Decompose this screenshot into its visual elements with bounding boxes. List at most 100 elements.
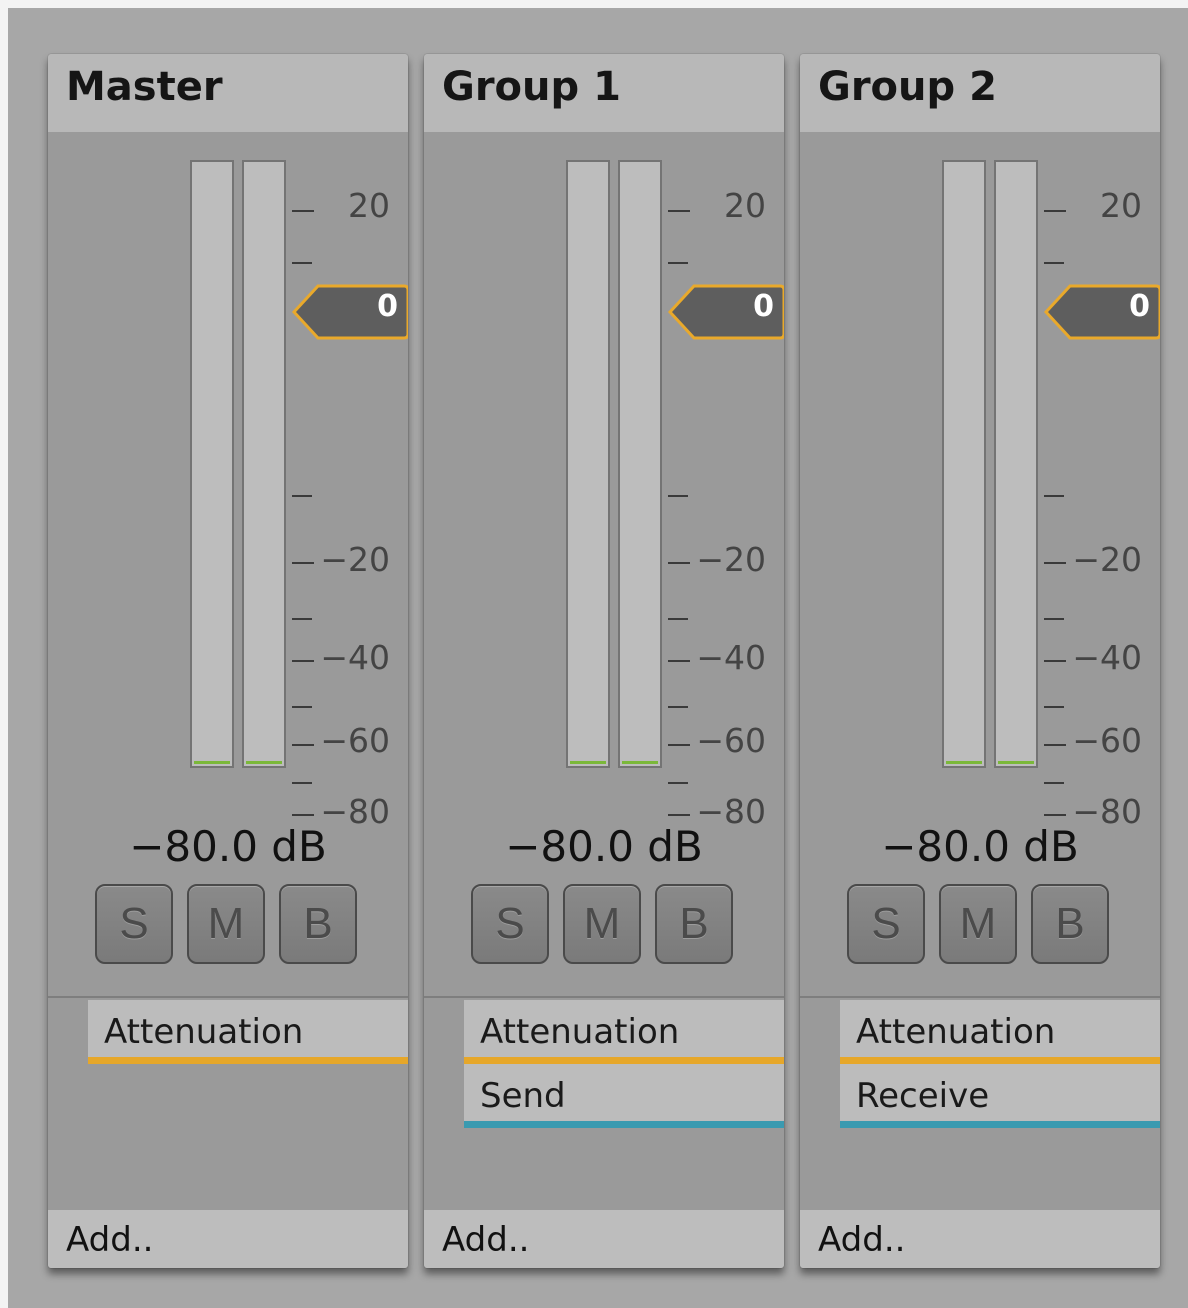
window-top-edge	[0, 0, 1188, 8]
effect-type-indicator	[464, 1057, 784, 1064]
scale-tick	[292, 495, 312, 497]
add-effect-button[interactable]: Add..	[48, 1210, 408, 1268]
bypass-button[interactable]: B	[655, 884, 733, 964]
scale-tick	[668, 744, 690, 746]
effect-label: Send	[480, 1076, 566, 1116]
effect-label: Attenuation	[856, 1012, 1056, 1052]
volume-fader-handle[interactable]: 0	[291, 283, 408, 341]
scale-label-20: 20	[724, 186, 766, 225]
meter-left-channel	[190, 160, 234, 768]
bypass-button[interactable]: B	[279, 884, 357, 964]
scale-tick	[1044, 618, 1064, 620]
meter-level	[194, 761, 230, 764]
scale-tick	[1044, 495, 1064, 497]
channel-strip-group-2: Group 2 20 −20 −40 −60 −80 0 −80.0 dB S …	[800, 54, 1160, 1268]
scale-tick	[1044, 210, 1066, 212]
scale-tick	[1044, 660, 1066, 662]
strip-header: Master	[48, 54, 408, 132]
meter-level	[622, 761, 658, 764]
channel-strip-group-1: Group 1 20 −20 −40 −60 −80 0 −80.0 dB S …	[424, 54, 784, 1268]
scale-tick	[668, 562, 690, 564]
effect-label: Attenuation	[104, 1012, 304, 1052]
scale-label-minus20: −20	[1072, 540, 1142, 579]
scale-label-minus40: −40	[320, 638, 390, 677]
scale-label-20: 20	[1100, 186, 1142, 225]
effects-list: Attenuation Receive	[800, 998, 1160, 1210]
add-effect-button[interactable]: Add..	[424, 1210, 784, 1268]
scale-tick	[668, 814, 690, 816]
volume-fader-handle[interactable]: 0	[667, 283, 784, 341]
effect-item-send[interactable]: Send	[464, 1064, 784, 1128]
scale-label-minus40: −40	[1072, 638, 1142, 677]
window-left-edge	[0, 0, 8, 1308]
effect-item-attenuation[interactable]: Attenuation	[88, 1000, 408, 1064]
scale-tick	[1044, 706, 1064, 708]
scale-tick	[668, 618, 688, 620]
level-readout: −80.0 dB	[881, 822, 1079, 871]
level-readout: −80.0 dB	[505, 822, 703, 871]
add-label: Add..	[66, 1220, 154, 1260]
scale-tick	[292, 782, 312, 784]
scale-tick	[1044, 782, 1064, 784]
solo-button[interactable]: S	[847, 884, 925, 964]
effect-item-attenuation[interactable]: Attenuation	[464, 1000, 784, 1064]
scale-tick	[668, 706, 688, 708]
meter-right-channel	[618, 160, 662, 768]
strip-header: Group 2	[800, 54, 1160, 132]
fader-value: 0	[753, 289, 774, 324]
level-readout: −80.0 dB	[129, 822, 327, 871]
scale-tick	[292, 814, 314, 816]
effect-type-indicator	[88, 1057, 408, 1064]
scale-label-minus60: −60	[1072, 721, 1142, 760]
add-effect-button[interactable]: Add..	[800, 1210, 1160, 1268]
effects-list: Attenuation	[48, 998, 408, 1210]
meter-level	[246, 761, 282, 764]
meter-level	[998, 761, 1034, 764]
strip-title: Master	[66, 64, 223, 110]
effect-item-attenuation[interactable]: Attenuation	[840, 1000, 1160, 1064]
effects-list: Attenuation Send	[424, 998, 784, 1210]
add-label: Add..	[442, 1220, 530, 1260]
mute-button[interactable]: M	[563, 884, 641, 964]
volume-fader-handle[interactable]: 0	[1043, 283, 1160, 341]
scale-tick	[668, 495, 688, 497]
strip-title: Group 2	[818, 64, 997, 110]
scale-label-minus20: −20	[320, 540, 390, 579]
fader-value: 0	[377, 289, 398, 324]
scale-tick	[1044, 262, 1064, 264]
add-label: Add..	[818, 1220, 906, 1260]
scale-tick	[292, 660, 314, 662]
mute-button[interactable]: M	[939, 884, 1017, 964]
scale-tick	[292, 706, 312, 708]
solo-button[interactable]: S	[95, 884, 173, 964]
mute-button[interactable]: M	[187, 884, 265, 964]
scale-label-minus20: −20	[696, 540, 766, 579]
strip-title: Group 1	[442, 64, 621, 110]
scale-label-20: 20	[348, 186, 390, 225]
scale-label-minus40: −40	[696, 638, 766, 677]
scale-tick	[292, 210, 314, 212]
meter-left-channel	[566, 160, 610, 768]
meter-left-channel	[942, 160, 986, 768]
effect-type-indicator	[840, 1057, 1160, 1064]
effect-type-indicator	[840, 1121, 1160, 1128]
meter-right-channel	[994, 160, 1038, 768]
scale-tick	[292, 744, 314, 746]
meter-level	[570, 761, 606, 764]
fader-value: 0	[1129, 289, 1150, 324]
scale-tick	[668, 660, 690, 662]
bypass-button[interactable]: B	[1031, 884, 1109, 964]
scale-tick	[292, 618, 312, 620]
scale-label-minus60: −60	[320, 721, 390, 760]
scale-tick	[292, 262, 312, 264]
meter-right-channel	[242, 160, 286, 768]
scale-tick	[292, 562, 314, 564]
effect-item-receive[interactable]: Receive	[840, 1064, 1160, 1128]
scale-tick	[1044, 814, 1066, 816]
effect-type-indicator	[464, 1121, 784, 1128]
channel-strip-master: Master 20 −20 −40 −60 −80 0 −80.0 dB S M…	[48, 54, 408, 1268]
scale-label-minus60: −60	[696, 721, 766, 760]
solo-button[interactable]: S	[471, 884, 549, 964]
meter-level	[946, 761, 982, 764]
effect-label: Receive	[856, 1076, 990, 1116]
